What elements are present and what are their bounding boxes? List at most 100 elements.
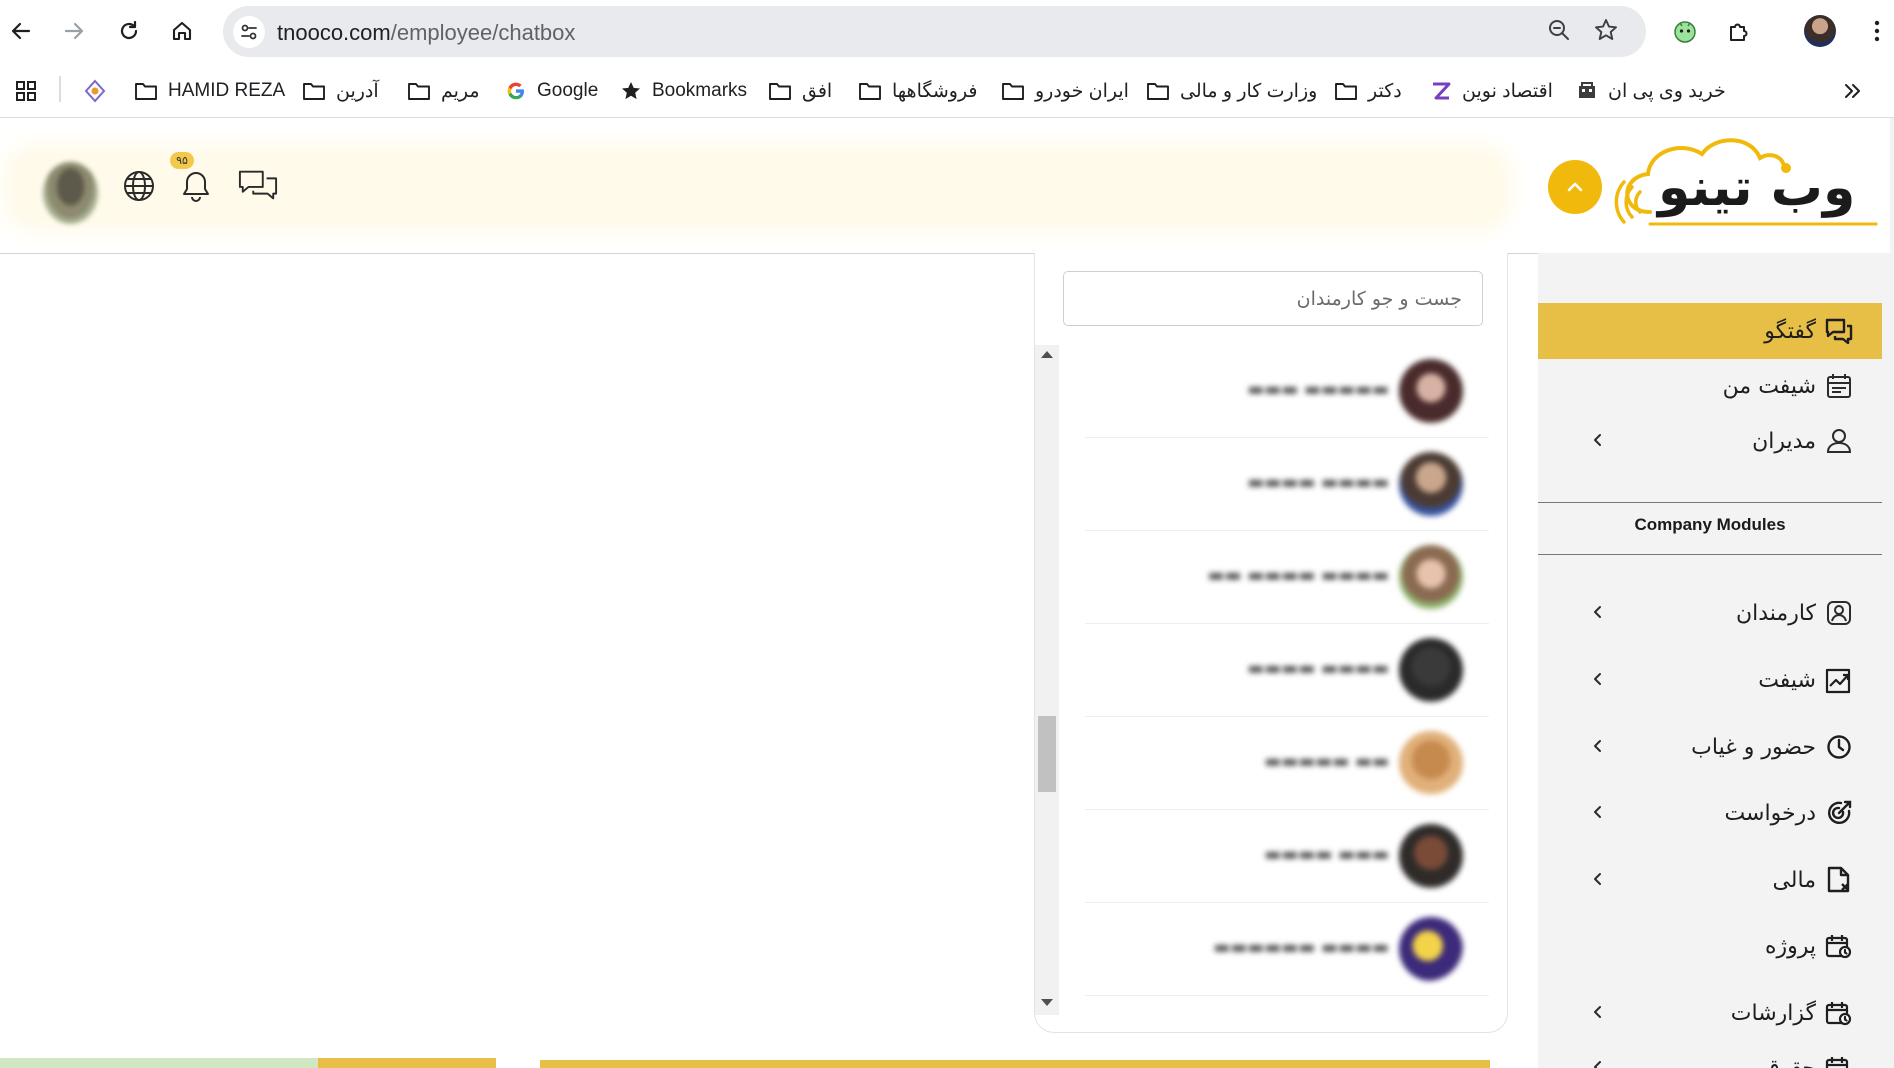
reload-icon[interactable]	[114, 16, 144, 46]
bookmark-item[interactable]: فروشگاهها	[858, 76, 978, 106]
extensions-puzzle-icon[interactable]	[1724, 16, 1754, 46]
extension-android-icon[interactable]	[1670, 16, 1700, 46]
sidebar-item-finance[interactable]: مالی	[1538, 852, 1882, 908]
bookmark-item[interactable]: وزارت کار و مالی	[1146, 76, 1317, 106]
bookmark-shortcut-icon[interactable]	[82, 76, 108, 106]
bookmark-item[interactable]: آدرین	[302, 76, 379, 106]
employee-name-blurred: ▬▬ ▬▬▬▬▬	[1264, 751, 1389, 772]
sidebar-item-reports[interactable]: گزارشات	[1538, 985, 1882, 1041]
collapse-up-button[interactable]	[1548, 160, 1602, 214]
browser-toolbar: tnooco.com/employee/chatbox	[0, 0, 1894, 63]
zoom-icon[interactable]	[1546, 17, 1572, 47]
site-info-icon[interactable]	[233, 16, 265, 48]
employees-panel: ▬▬▬▬▬ ▬▬▬ ▬▬▬▬ ▬▬▬▬ ▬▬▬▬ ▬▬▬▬ ▬▬ ▬▬▬▬ ▬▬…	[1034, 253, 1508, 1033]
sidebar-item-label: مالی	[1772, 867, 1816, 893]
sidebar-item-label: گفتگو	[1764, 318, 1816, 344]
bookmark-label: دکتر	[1368, 80, 1402, 102]
employee-list-item[interactable]	[1085, 996, 1489, 1017]
notification-bell-icon[interactable]	[176, 166, 216, 206]
site-favicon-icon	[1433, 82, 1451, 100]
more-bookmarks-icon[interactable]	[1842, 76, 1862, 106]
employee-list-item[interactable]: ▬▬▬▬ ▬▬▬▬	[1085, 438, 1489, 531]
profile-avatar[interactable]	[1804, 15, 1836, 47]
chevron-left-icon	[1594, 606, 1601, 618]
employee-avatar	[1399, 545, 1463, 609]
bookmark-label: مریم	[441, 80, 480, 102]
google-icon	[507, 82, 524, 100]
sidebar-item-chat[interactable]: گفتگو	[1538, 303, 1882, 359]
notification-badge: ۹۵	[170, 152, 194, 169]
employee-list-item[interactable]: ▬▬▬▬ ▬▬▬▬ ▬▬	[1085, 531, 1489, 624]
bookmark-item[interactable]: مریم	[407, 76, 480, 106]
sidebar-item-shift[interactable]: شیفت	[1538, 652, 1882, 708]
employee-avatar	[1399, 1010, 1463, 1017]
employee-list-scrollbar[interactable]	[1035, 345, 1059, 1015]
logo-area: وب تینو	[1538, 118, 1890, 253]
bottom-strip-green	[0, 1058, 318, 1068]
folder-icon	[1002, 83, 1024, 100]
employee-list-item[interactable]: ▬▬ ▬▬▬▬▬	[1085, 717, 1489, 810]
employee-list-item[interactable]: ▬▬▬▬ ▬▬▬▬	[1085, 624, 1489, 717]
folder-icon	[135, 83, 157, 100]
sidebar-item-label: پروژه	[1764, 933, 1816, 959]
site-favicon-icon	[1579, 82, 1595, 98]
sidebar-item-salary[interactable]: حقوق	[1538, 1040, 1882, 1068]
sidebar-item-label: حضور و غیاب	[1691, 734, 1816, 760]
bookmark-item[interactable]: اقتصاد نوین	[1430, 76, 1553, 106]
language-globe-icon[interactable]	[119, 166, 159, 206]
bookmark-item[interactable]: ایران خودرو	[1001, 76, 1129, 106]
bookmark-label: اقتصاد نوین	[1462, 80, 1553, 102]
employee-list-item[interactable]: ▬▬▬▬ ▬▬▬▬▬▬	[1085, 903, 1489, 996]
bookmark-item[interactable]: خرید وی پی ان	[1576, 76, 1726, 106]
top-header-bar	[13, 153, 1503, 223]
messages-icon[interactable]	[238, 166, 278, 206]
bookmark-star-icon[interactable]	[1593, 17, 1619, 47]
bookmark-item[interactable]: HAMID REZA	[134, 76, 285, 106]
url-text[interactable]: tnooco.com/employee/chatbox	[277, 20, 575, 46]
sidebar-item-attendance[interactable]: حضور و غیاب	[1538, 719, 1882, 775]
scroll-down-arrow-icon[interactable]	[1041, 999, 1053, 1006]
sidebar-item-label: مدیران	[1752, 428, 1816, 454]
more-menu-icon[interactable]	[1862, 16, 1892, 46]
apps-grid-icon[interactable]	[14, 76, 38, 106]
home-icon[interactable]	[167, 16, 197, 46]
employee-avatar	[1399, 731, 1463, 795]
employee-list-item[interactable]: ▬▬▬ ▬▬▬▬	[1085, 810, 1489, 903]
back-arrow-icon[interactable]	[6, 16, 36, 46]
section-divider	[1538, 554, 1882, 555]
bookmark-item[interactable]: دکتر	[1334, 76, 1402, 106]
sidebar-item-my-shift[interactable]: شیفت من	[1538, 358, 1882, 414]
employee-name-blurred: ▬▬▬▬ ▬▬▬▬	[1247, 472, 1389, 493]
chat-icon	[1824, 316, 1854, 346]
bookmark-label: Google	[537, 80, 599, 101]
scroll-up-arrow-icon[interactable]	[1041, 351, 1053, 358]
managers-icon	[1824, 426, 1854, 456]
bookmark-item[interactable]: Bookmarks	[620, 76, 747, 106]
chevron-left-icon	[1594, 740, 1601, 752]
sidebar-item-request[interactable]: درخواست	[1538, 785, 1882, 841]
star-icon	[622, 82, 640, 100]
sidebar-item-employees[interactable]: کارمندان	[1538, 585, 1882, 641]
sidebar-item-label: گزارشات	[1730, 1000, 1816, 1026]
address-bar[interactable]: tnooco.com/employee/chatbox	[223, 6, 1646, 57]
user-avatar[interactable]	[43, 162, 98, 224]
bookmark-label: خرید وی پی ان	[1608, 80, 1726, 102]
employee-list-item[interactable]: ▬▬▬▬▬ ▬▬▬	[1085, 345, 1489, 438]
sidebar-item-label: کارمندان	[1735, 600, 1816, 626]
bookmark-item[interactable]: افق	[768, 76, 832, 106]
sidebar-item-project[interactable]: پروژه	[1538, 918, 1882, 974]
bookmark-item[interactable]: Google	[505, 76, 598, 106]
section-divider	[1538, 502, 1882, 503]
employee-list: ▬▬▬▬▬ ▬▬▬ ▬▬▬▬ ▬▬▬▬ ▬▬▬▬ ▬▬▬▬ ▬▬ ▬▬▬▬ ▬▬…	[1085, 345, 1489, 1017]
employee-search-input[interactable]	[1063, 271, 1483, 326]
employee-avatar	[1399, 824, 1463, 888]
chevron-left-icon	[1594, 1061, 1601, 1068]
bookmark-label: Bookmarks	[652, 80, 748, 101]
bookmark-label: ایران خودرو	[1035, 80, 1129, 102]
sidebar-item-label: حقوق	[1762, 1055, 1816, 1068]
bottom-strip-yellow	[318, 1058, 496, 1068]
forward-arrow-icon[interactable]	[59, 16, 89, 46]
target-icon	[1824, 798, 1854, 828]
scroll-thumb[interactable]	[1038, 716, 1056, 792]
sidebar-item-managers[interactable]: مدیران	[1538, 413, 1882, 469]
